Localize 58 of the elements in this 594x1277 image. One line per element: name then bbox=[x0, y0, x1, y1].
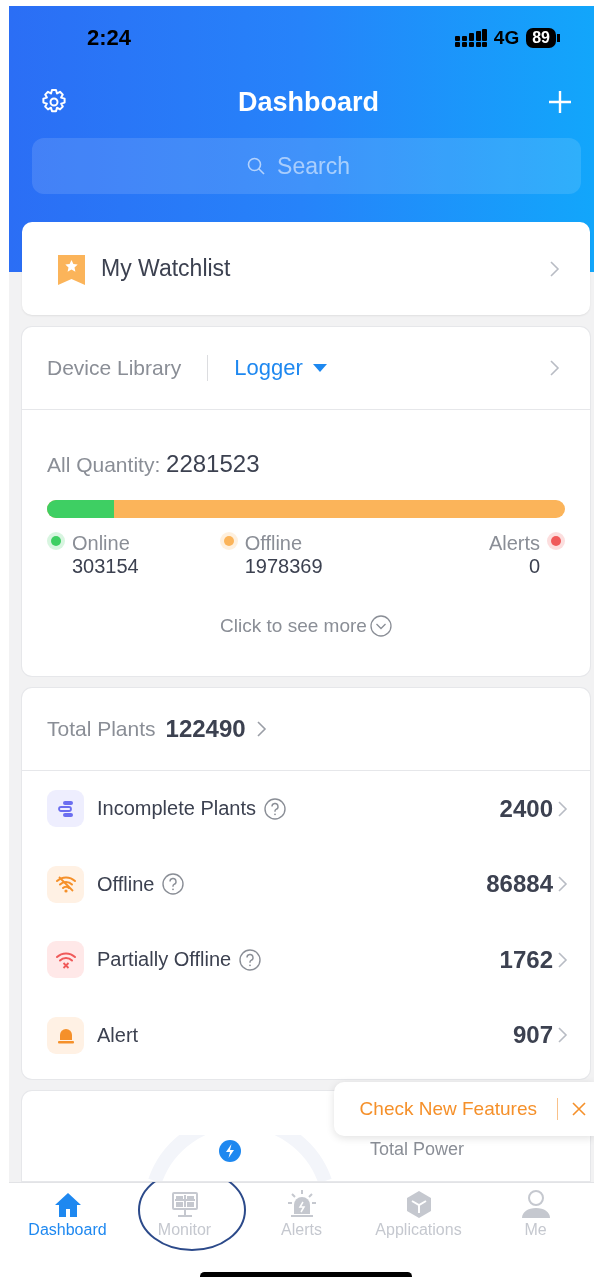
status-count: 2400 bbox=[499, 794, 553, 823]
total-plants-link[interactable]: Total Plants 122490 bbox=[22, 688, 590, 771]
status-name: Incomplete Plants bbox=[97, 797, 256, 821]
plant-status-row[interactable]: Partially Offline 1762 bbox=[22, 922, 590, 998]
card-title: Device Library bbox=[47, 356, 182, 380]
chevron-right-icon bbox=[557, 1026, 568, 1045]
total-quantity: All Quantity: 2281523 bbox=[47, 450, 261, 478]
status-count: 0 bbox=[527, 555, 540, 578]
page-title: Dashboard bbox=[238, 86, 379, 118]
see-more-link[interactable]: Click to see more bbox=[47, 614, 565, 638]
help-icon[interactable] bbox=[239, 948, 262, 971]
siren-icon bbox=[286, 1189, 317, 1219]
close-button[interactable] bbox=[572, 1102, 586, 1116]
person-icon bbox=[519, 1189, 552, 1219]
wifi-x-icon bbox=[47, 941, 84, 979]
total-power-label: Total Power bbox=[370, 1139, 465, 1160]
bookmark-star-icon bbox=[58, 252, 85, 285]
plant-status-row[interactable]: Offline 86884 bbox=[22, 846, 590, 922]
chevron-right-icon bbox=[557, 875, 568, 894]
network-type: 4G bbox=[493, 27, 520, 49]
search-icon bbox=[246, 157, 265, 175]
check-features-link[interactable]: Check New Features bbox=[359, 1098, 537, 1120]
battery-level: 89 bbox=[526, 28, 556, 48]
add-button[interactable] bbox=[548, 90, 572, 114]
status-count: 1762 bbox=[499, 945, 553, 974]
chevron-down-circle-icon bbox=[369, 615, 392, 637]
status-label: Online bbox=[72, 532, 131, 555]
lightning-icon bbox=[219, 1140, 241, 1162]
chevron-right-icon bbox=[549, 259, 560, 278]
wifi-off-icon bbox=[47, 865, 84, 903]
status-count: 1978369 bbox=[244, 555, 323, 578]
tab[interactable]: Dashboard bbox=[9, 1189, 126, 1239]
caret-down-icon bbox=[312, 364, 327, 372]
chevron-right-icon bbox=[549, 359, 560, 377]
status-count: 907 bbox=[512, 1021, 553, 1050]
chevron-right-icon bbox=[557, 950, 568, 969]
status-label: Alerts bbox=[488, 532, 540, 555]
watchlist-label: My Watchlist bbox=[101, 255, 232, 282]
help-icon[interactable] bbox=[264, 797, 286, 820]
status-count: 303154 bbox=[72, 555, 139, 578]
signal-icon bbox=[454, 29, 487, 47]
status-label: Offline bbox=[244, 532, 304, 555]
chevron-right-icon bbox=[557, 799, 568, 818]
plant-list-icon bbox=[47, 790, 84, 828]
status-name: Alert bbox=[97, 1023, 139, 1047]
plant-status-row[interactable]: Incomplete Plants 2400 bbox=[22, 771, 590, 847]
battery-tip-icon bbox=[557, 34, 560, 42]
help-icon[interactable] bbox=[162, 873, 185, 896]
chevron-right-icon bbox=[255, 720, 267, 738]
watchlist-card[interactable]: My Watchlist bbox=[22, 222, 590, 315]
status-name: Offline bbox=[97, 872, 155, 896]
status-count: 86884 bbox=[486, 870, 553, 899]
siren-icon bbox=[47, 1016, 84, 1054]
solar-panel-icon bbox=[169, 1191, 200, 1219]
device-type-dropdown[interactable]: Logger bbox=[234, 355, 327, 381]
status-name: Partially Offline bbox=[97, 948, 232, 972]
status-time: 2:24 bbox=[87, 25, 133, 51]
plant-status-row[interactable]: Alert 907 bbox=[22, 997, 590, 1073]
